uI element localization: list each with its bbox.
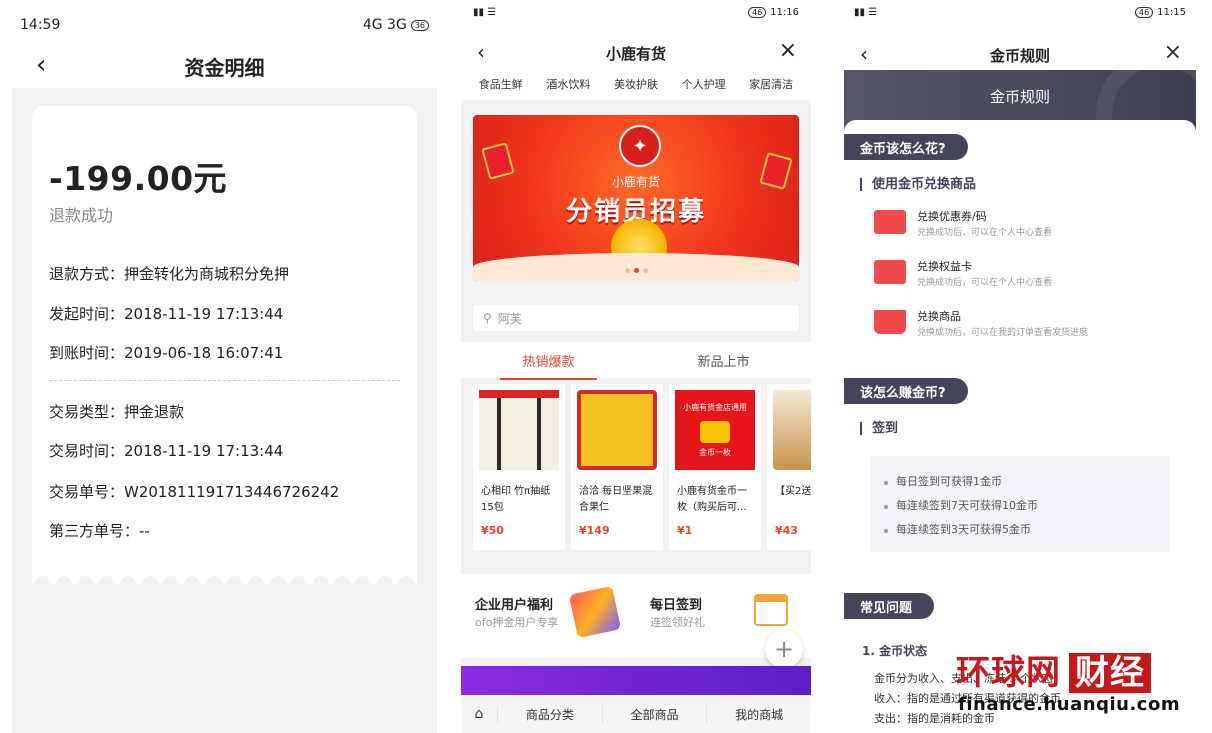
section-spend: 金币该怎么花? <box>844 134 968 160</box>
promo-banner[interactable]: ✦ 小鹿有货 分销员招募 <box>473 115 799 281</box>
cloud-decoration <box>473 253 799 281</box>
trade-type-row: 交易类型：押金退款 <box>49 403 185 421</box>
status-bar: ▮▮ ☰ 46 11:16 <box>461 0 811 24</box>
page-title: 小鹿有货 <box>605 44 666 63</box>
back-arrow-icon[interactable]: ‹ <box>860 42 868 66</box>
back-arrow-icon[interactable]: ‹ <box>477 40 485 64</box>
receipt-scallop-edge <box>32 576 417 592</box>
deer-logo-icon: ✦ <box>619 125 661 167</box>
section-faq: 常见问题 <box>844 593 935 619</box>
exchange-coupon-item: 兑换优惠券/码 兑换成功后，可以在个人中心查看 <box>874 208 1186 244</box>
divider <box>49 380 400 381</box>
status-time: 14:59 <box>20 17 61 33</box>
tab-new[interactable]: 新品上市 <box>697 351 749 370</box>
page-title: 资金明细 <box>184 55 265 80</box>
product-list: 心相印 竹π抽纸15包 ¥50 洽洽 每日坚果混合果仁 ¥149 小鹿有货金店通… <box>473 384 811 550</box>
section-earn: 该怎么赚金币? <box>844 378 968 404</box>
huanqiu-watermark: 环球网 财经 <box>956 645 1151 694</box>
product-card[interactable]: 小鹿有货金店通用 金币一枚 小鹿有货金币一枚（购买后可... ¥1 <box>669 384 761 550</box>
initiated-time-row: 发起时间：2018-11-19 17:13:44 <box>49 305 284 323</box>
product-card[interactable]: 心相印 竹π抽纸15包 ¥50 <box>473 384 565 550</box>
enterprise-welfare-card[interactable]: 企业用户福利 ofo押金用户专享 <box>461 574 636 658</box>
search-bar[interactable]: ⚲ 阿芙 <box>473 305 799 331</box>
mall-home-screen: ▮▮ ☰ 46 11:16 ‹ 小鹿有货 × 食品生鲜 酒水饮料 美妆护肤 个人… <box>461 0 811 733</box>
page-title: 金币规则 <box>989 46 1050 65</box>
banner-brand: 小鹿有货 <box>611 175 660 189</box>
coin-rules-screen: ▮▮ ☰ 46 11:15 ‹ 金币规则 × 金币规则 金币该怎么花? 使用金币… <box>844 0 1196 733</box>
battery-icon: 36 <box>410 19 429 31</box>
coupon-icon <box>874 210 906 234</box>
signal-icon: ▮▮ ☰ <box>473 6 497 18</box>
close-icon[interactable]: × <box>779 38 797 63</box>
calendar-icon <box>754 594 788 626</box>
tab-all-products[interactable]: 全部商品 <box>601 705 707 723</box>
exchange-card-item: 兑换权益卡 兑换成功后，可以在个人中心查看 <box>874 258 1186 294</box>
trade-number-row: 交易单号：W2018111917134467262​42 <box>49 483 340 501</box>
tab-hot[interactable]: 热销爆款 <box>500 351 597 380</box>
faq-title: 1. 金币状态 <box>862 644 928 658</box>
signal-icon: ▮▮ ☰ <box>854 6 878 18</box>
third-party-number-row: 第三方单号：-- <box>49 522 150 540</box>
status-time: 11:15 <box>1157 6 1186 18</box>
category-item[interactable]: 个人护理 <box>682 76 726 92</box>
bottom-tab-bar: ⌂ 商品分类 全部商品 我的商城 <box>461 695 811 733</box>
category-item[interactable]: 美妆护肤 <box>614 76 658 92</box>
signin-rules-box: 每日签到可获得1金币 每连续签到7天可获得10金币 每连续签到3天可获得5金币 <box>870 456 1170 552</box>
status-bar: ▮▮ ☰ 46 11:15 <box>844 0 1196 24</box>
network-label: 4G 3G <box>362 17 407 33</box>
add-floating-button[interactable]: + <box>765 630 803 668</box>
product-image <box>773 390 811 470</box>
card-icon <box>874 260 906 284</box>
battery-icon: 46 <box>747 6 767 18</box>
status-time: 11:16 <box>770 6 799 18</box>
gold-coin-product-image: 小鹿有货金店通用 金币一枚 <box>675 390 755 470</box>
trade-time-row: 交易时间：2018-11-19 17:13:44 <box>49 442 284 460</box>
watermark-url: finance.huanqiu.com <box>958 694 1181 715</box>
product-card[interactable]: 洽洽 每日坚果混合果仁 ¥149 <box>571 384 663 550</box>
tissue-product-image <box>479 390 559 470</box>
tab-my-mall[interactable]: 我的商城 <box>706 705 811 723</box>
nuts-gift-box-image <box>577 390 657 470</box>
product-tabs: 热销爆款 新品上市 <box>461 342 811 380</box>
tab-categories[interactable]: 商品分类 <box>497 705 602 723</box>
exchange-goods-item: 兑换商品 兑换成功后，可以在我的订单查看发货进度 <box>874 308 1186 344</box>
search-icon: ⚲ <box>483 311 492 325</box>
back-arrow-icon[interactable]: ‹ <box>36 52 46 78</box>
purple-banner[interactable] <box>461 666 811 696</box>
battery-icon: 46 <box>1134 6 1154 18</box>
carousel-dots <box>473 268 799 273</box>
subsection-signin: 签到 <box>860 422 898 435</box>
status-bar: 14:59 4G 3G 36 <box>12 0 437 50</box>
fund-detail-screen: 14:59 4G 3G 36 ‹ 资金明细 -199.00元 退款成功 退款方式… <box>12 0 437 733</box>
gift-icon <box>568 585 622 639</box>
category-bar: 食品生鲜 酒水饮料 美妆护肤 个人护理 家居清洁 <box>461 76 811 92</box>
category-item[interactable]: 家居清洁 <box>749 76 793 92</box>
home-icon[interactable]: ⌂ <box>461 706 497 722</box>
category-item[interactable]: 食品生鲜 <box>479 76 523 92</box>
nav-bar: ‹ 小鹿有货 × <box>461 36 811 70</box>
category-item[interactable]: 酒水饮料 <box>546 76 590 92</box>
promo-row: 企业用户福利 ofo押金用户专享 每日签到 连签领好礼 <box>461 574 811 658</box>
refund-receipt-card: -199.00元 退款成功 退款方式：押金转化为商城积分免押 发起时间：2018… <box>32 106 417 592</box>
refund-method-row: 退款方式：押金转化为商城积分免押 <box>49 265 290 283</box>
refund-status: 退款成功 <box>49 206 114 225</box>
refund-amount: -199.00元 <box>49 159 228 198</box>
nav-bar: ‹ 资金明细 <box>12 44 437 88</box>
product-card[interactable]: 【买2送买3送1 ¥43 <box>767 384 811 550</box>
subsection-exchange: 使用金币兑换商品 <box>860 178 976 191</box>
search-placeholder: 阿芙 <box>497 311 522 326</box>
arrival-time-row: 到账时间：2019-06-18 16:07:41 <box>49 344 284 362</box>
shopping-bag-icon <box>874 310 906 334</box>
